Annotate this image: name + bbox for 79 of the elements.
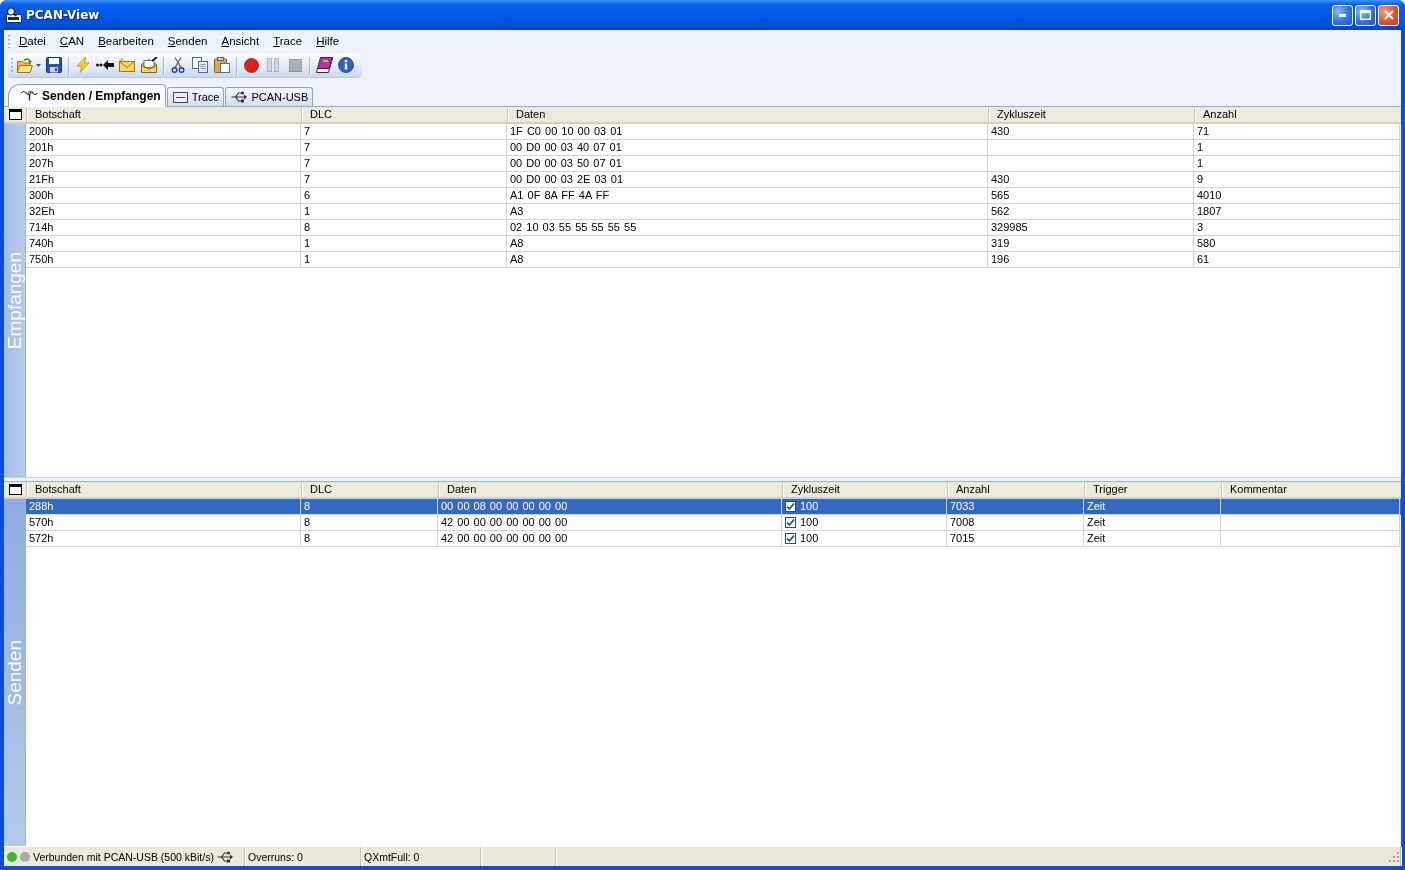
usb-icon	[216, 849, 233, 864]
screen-icon	[172, 91, 188, 103]
maximize-button[interactable]	[1355, 4, 1376, 26]
status-text: Overruns: 0	[248, 850, 303, 863]
table-cell: 42 00 00 00 00 00 00 00	[438, 531, 782, 547]
clipboard-icon	[214, 57, 230, 73]
status-text: QXmtFull: 0	[364, 850, 420, 863]
column-header[interactable]: Anzahl	[1194, 107, 1400, 122]
antenna-icon	[21, 90, 38, 101]
lightning-icon	[76, 57, 90, 73]
column-header[interactable]: Kommentar	[1221, 482, 1400, 497]
book-icon	[315, 57, 333, 73]
menu-item[interactable]: CAN	[52, 32, 92, 50]
close-button[interactable]	[1378, 4, 1399, 26]
column-header[interactable]: Anzahl	[947, 482, 1084, 497]
status-text: Verbunden mit PCAN-USB (500 kBit/s)	[33, 850, 214, 863]
checkbox[interactable]	[785, 533, 796, 544]
resize-grip-icon	[1388, 851, 1399, 862]
table-cell: Zeit	[1084, 531, 1221, 547]
table-cell: 196	[988, 252, 1194, 268]
column-header[interactable]: Trigger	[1084, 482, 1221, 497]
column-header[interactable]: DLC	[301, 107, 507, 122]
column-header[interactable]: Daten	[438, 482, 782, 497]
copy-button[interactable]	[189, 54, 211, 76]
table-cell: 100	[782, 531, 947, 547]
menu-item[interactable]: Datei	[12, 32, 53, 50]
checkbox[interactable]	[785, 517, 796, 528]
envelope-letter-icon	[140, 57, 158, 73]
maximize-icon	[1360, 10, 1371, 20]
panel-side-label: Senden	[3, 639, 26, 706]
envelope-icon	[119, 58, 135, 72]
window-icon	[8, 109, 22, 120]
tab[interactable]: Trace	[166, 87, 225, 107]
record-icon	[243, 57, 259, 73]
table-row[interactable]: 572h 8 42 00 00 00 00 00 00 00 100 7015 Zeit	[26, 531, 1401, 547]
table-row[interactable]: 288h 8 00 00 08 00 00 00 00 00 100 7033 Zeit	[26, 499, 1401, 515]
scissors-icon	[171, 57, 185, 73]
menu-item[interactable]: Senden	[160, 32, 215, 50]
table-cell: 1	[301, 252, 507, 268]
documents-icon	[192, 57, 208, 73]
column-header[interactable]: Botschaft	[26, 107, 301, 122]
menu-item[interactable]: Ansicht	[214, 32, 267, 50]
window-title: PCAN-View	[26, 8, 101, 22]
minimize-button[interactable]	[1332, 4, 1353, 26]
close-icon	[1383, 10, 1394, 20]
table-cell: 61	[1194, 252, 1400, 268]
menu-item[interactable]: Trace	[266, 32, 310, 50]
menu-item[interactable]: Hilfe	[309, 32, 347, 50]
column-header[interactable]: Botschaft	[26, 482, 301, 497]
panel-side-label: Empfangen	[3, 251, 26, 350]
table-cell: A8	[507, 252, 988, 268]
menu-item[interactable]: Bearbeiten	[91, 32, 161, 50]
tab[interactable]: PCAN-USB	[225, 87, 314, 107]
usb-icon	[231, 90, 248, 104]
edit-message-button[interactable]	[138, 54, 160, 76]
window-icon	[8, 484, 22, 495]
arrow-left-icon	[96, 60, 114, 70]
column-header[interactable]: DLC	[301, 482, 438, 497]
tab[interactable]: Senden / Empfangen	[8, 84, 166, 107]
caret-icon	[36, 63, 41, 67]
table-row[interactable]: 570h 8 42 00 00 00 00 00 00 00 100 7008 Zeit	[26, 515, 1401, 531]
paste-button[interactable]	[211, 54, 233, 76]
table-cell: 7015	[947, 531, 1084, 547]
save-button[interactable]	[43, 54, 65, 76]
table-cell: 8	[301, 531, 438, 547]
table-cell: 572h	[26, 531, 301, 547]
info-icon	[338, 57, 354, 73]
about-button[interactable]	[335, 54, 357, 76]
table-cell: 750h	[26, 252, 301, 268]
app-logo-icon	[6, 7, 22, 23]
column-header[interactable]: Daten	[507, 107, 988, 122]
stop-icon	[288, 58, 302, 72]
minimize-icon	[1339, 13, 1346, 17]
pause-icon	[266, 58, 280, 72]
manual-button[interactable]	[313, 54, 335, 76]
column-header[interactable]: Zykluszeit	[782, 482, 947, 497]
column-header[interactable]: Zykluszeit	[988, 107, 1194, 122]
folder-icon	[17, 57, 33, 73]
checkbox[interactable]	[785, 501, 796, 512]
